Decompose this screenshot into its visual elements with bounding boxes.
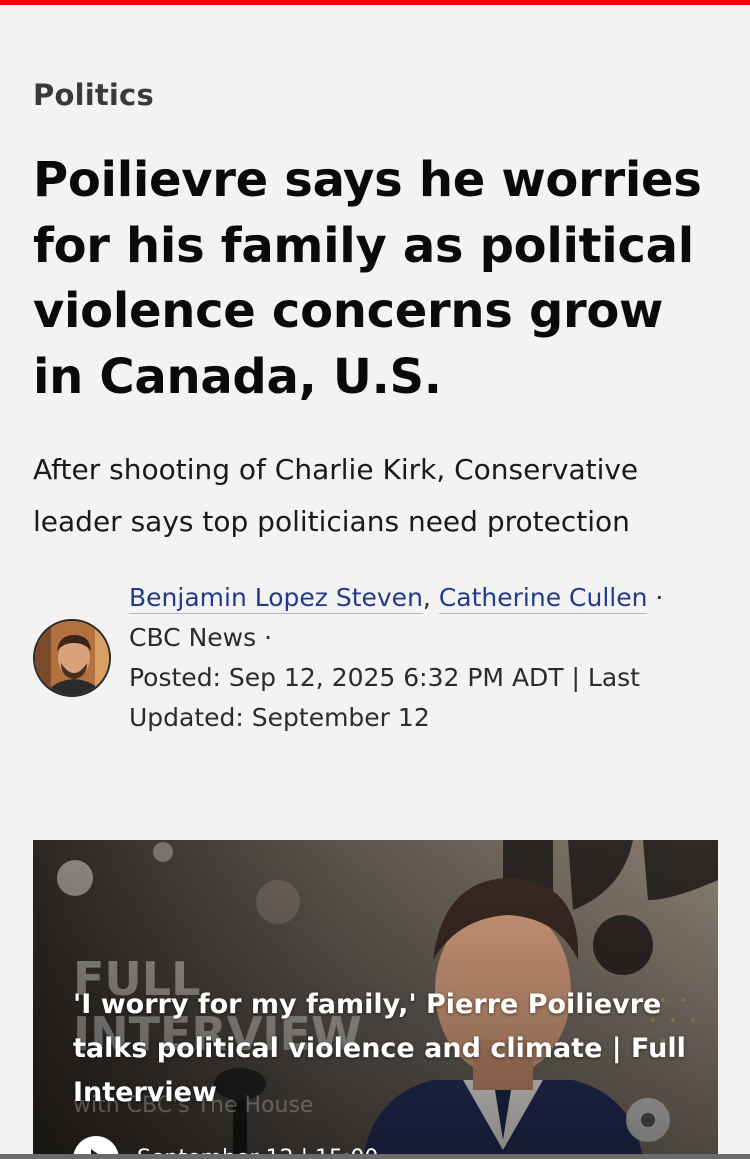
- author-avatar[interactable]: [33, 619, 111, 697]
- outlet-name: CBC News: [129, 623, 257, 652]
- video-player[interactable]: FULL INTERVIEW with CBC's The House 'I w…: [33, 840, 718, 1159]
- author-separator: ,: [422, 583, 431, 612]
- byline-dot: ·: [264, 623, 273, 652]
- posted-date: Posted: Sep 12, 2025 6:32 PM ADT | Last …: [129, 663, 640, 732]
- video-caption[interactable]: 'I worry for my family,' Pierre Poilievr…: [73, 983, 693, 1115]
- author-link-1[interactable]: Benjamin Lopez Steven: [129, 583, 423, 614]
- article-headline: Poilievre says he worries for his family…: [33, 152, 702, 405]
- bottom-edge: [0, 1154, 750, 1159]
- byline: Benjamin Lopez Steven, Catherine Cullen …: [129, 578, 719, 738]
- top-accent-bar: [0, 0, 750, 5]
- section-label[interactable]: Politics: [33, 78, 154, 112]
- author-link-2[interactable]: Catherine Cullen: [438, 583, 648, 614]
- byline-dot: ·: [655, 583, 664, 612]
- article-dek: After shooting of Charlie Kirk, Conserva…: [33, 453, 639, 538]
